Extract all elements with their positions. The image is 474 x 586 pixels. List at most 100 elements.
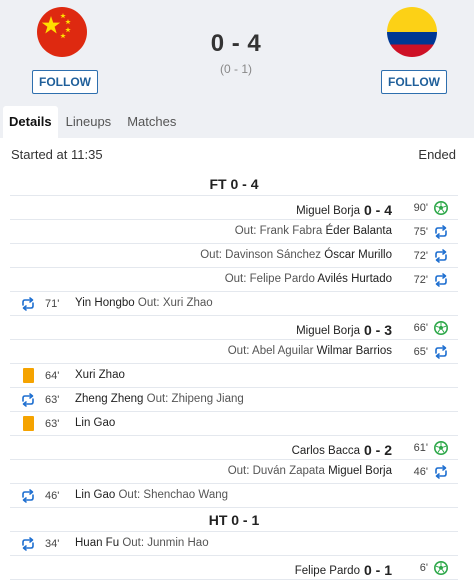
event-minute: 75': [413, 226, 428, 238]
tab-details[interactable]: Details: [3, 106, 58, 138]
event-minute: 46': [413, 466, 428, 478]
event-description: Lin Gao: [75, 417, 115, 429]
event-description: Felipe Pardo 0 - 1: [294, 561, 392, 578]
substitution-icon: [435, 465, 447, 479]
event-description: Out: Frank Fabra Éder Balanta: [235, 225, 392, 237]
substitution-icon: [22, 393, 34, 407]
event-description: Xuri Zhao: [75, 369, 125, 381]
substitution-icon: [22, 297, 34, 311]
event-row-sub: 46' Lin Gao Out: Shenchao Wang: [10, 484, 458, 508]
player-in-name: Yin Hongbo: [75, 297, 135, 309]
tab-lineups[interactable]: Lineups: [58, 106, 120, 138]
event-row-sub: 75' Out: Frank Fabra Éder Balanta: [10, 220, 458, 244]
event-minute: 64': [45, 370, 60, 382]
running-score: 0 - 1: [363, 562, 392, 578]
event-timeline: FT 0 - 4 90' Miguel Borja 0 - 4 75' Out: Fran…: [10, 172, 458, 580]
yellow-card-icon: [23, 368, 34, 383]
event-minute: 63': [45, 418, 60, 430]
event-row-goal: 6' Felipe Pardo 0 - 1: [10, 556, 458, 580]
player-in-name: Avilés Hurtado: [317, 273, 392, 285]
player-out-label: Out: Junmin Hao: [122, 537, 209, 549]
event-minute: 72': [413, 274, 428, 286]
event-minute: 71': [45, 298, 60, 310]
event-description: Yin Hongbo Out: Xuri Zhao: [75, 297, 213, 309]
event-description: Out: Abel Aguilar Wilmar Barrios: [228, 345, 392, 357]
match-status: Started at 11:35 Ended: [0, 140, 474, 168]
follow-away-button[interactable]: FOLLOW: [381, 70, 447, 94]
event-description: Miguel Borja 0 - 3: [296, 321, 392, 338]
event-minute: 61': [413, 442, 428, 454]
follow-home-button[interactable]: FOLLOW: [32, 70, 98, 94]
event-minute: 65': [413, 346, 428, 358]
match-score: 0 - 4: [210, 30, 262, 57]
goal-scorer-name: Carlos Bacca: [291, 445, 360, 457]
running-score: 0 - 2: [363, 442, 392, 458]
booked-player-name: Lin Gao: [75, 417, 116, 429]
started-time: Started at 11:35: [11, 147, 103, 162]
goal-ball-icon: [434, 441, 448, 455]
event-row-goal: 90' Miguel Borja 0 - 4: [10, 196, 458, 220]
player-out-label: Out: Duván Zapata: [227, 465, 325, 477]
tab-matches[interactable]: Matches: [119, 106, 184, 138]
event-row-goal: 61' Carlos Bacca 0 - 2: [10, 436, 458, 460]
event-row-sub: 63' Zheng Zheng Out: Zhipeng Jiang: [10, 388, 458, 412]
yellow-card-icon: [23, 416, 34, 431]
match-ended-label: Ended: [418, 147, 456, 162]
period-header: HT 0 - 1: [10, 508, 458, 532]
player-out-label: Out: Zhipeng Jiang: [146, 393, 244, 405]
goal-scorer-name: Felipe Pardo: [294, 565, 360, 577]
event-minute: 63': [45, 394, 60, 406]
substitution-icon: [22, 537, 34, 551]
player-in-name: Óscar Murillo: [324, 249, 392, 261]
event-row-sub: 71' Yin Hongbo Out: Xuri Zhao: [10, 292, 458, 316]
goal-scorer-name: Miguel Borja: [296, 205, 360, 217]
period-header: FT 0 - 4: [10, 172, 458, 196]
player-in-name: Éder Balanta: [325, 225, 393, 237]
event-row-sub: 65' Out: Abel Aguilar Wilmar Barrios: [10, 340, 458, 364]
match-header: FOLLOW 0 - 4 (0 - 1) FOLLOW Details Line…: [0, 0, 474, 138]
event-row-card: 63' Lin Gao: [10, 412, 458, 436]
event-minute: 6': [419, 562, 428, 574]
player-out-label: Out: Felipe Pardo: [224, 273, 315, 285]
running-score: 0 - 3: [363, 322, 392, 338]
player-out-label: Out: Shenchao Wang: [118, 489, 229, 501]
event-minute: 34': [45, 538, 60, 550]
player-out-label: Out: Abel Aguilar: [227, 345, 314, 357]
substitution-icon: [435, 345, 447, 359]
substitution-icon: [435, 249, 447, 263]
event-description: Zheng Zheng Out: Zhipeng Jiang: [75, 393, 244, 405]
event-description: Out: Davinson Sánchez Óscar Murillo: [200, 249, 392, 261]
goal-ball-icon: [434, 561, 448, 575]
goal-ball-icon: [434, 201, 448, 215]
event-description: Out: Felipe Pardo Avilés Hurtado: [225, 273, 392, 285]
player-out-label: Out: Davinson Sánchez: [200, 249, 322, 261]
event-minute: 90': [413, 202, 428, 214]
booked-player-name: Xuri Zhao: [75, 369, 125, 381]
player-out-label: Out: Xuri Zhao: [137, 297, 213, 309]
event-row-sub: 72' Out: Felipe Pardo Avilés Hurtado: [10, 268, 458, 292]
substitution-icon: [435, 273, 447, 287]
running-score: 0 - 4: [363, 202, 392, 218]
match-tabs: Details Lineups Matches: [0, 106, 184, 138]
player-in-name: Huan Fu: [75, 537, 120, 549]
substitution-icon: [435, 225, 447, 239]
event-minute: 46': [45, 490, 60, 502]
halftime-score: (0 - 1): [219, 62, 252, 76]
event-row-sub: 34' Huan Fu Out: Junmin Hao: [10, 532, 458, 556]
colombia-flag-icon[interactable]: [387, 7, 437, 57]
event-description: Carlos Bacca 0 - 2: [291, 441, 392, 458]
china-flag-icon[interactable]: [37, 7, 87, 57]
event-description: Lin Gao Out: Shenchao Wang: [75, 489, 228, 501]
event-row-card: 64' Xuri Zhao: [10, 364, 458, 388]
event-description: Huan Fu Out: Junmin Hao: [75, 537, 209, 549]
event-description: Out: Duván Zapata Miguel Borja: [228, 465, 392, 477]
goal-scorer-name: Miguel Borja: [296, 325, 360, 337]
event-description: Miguel Borja 0 - 4: [296, 201, 392, 218]
player-out-label: Out: Frank Fabra: [234, 225, 323, 237]
player-in-name: Miguel Borja: [328, 465, 392, 477]
event-row-goal: 66' Miguel Borja 0 - 3: [10, 316, 458, 340]
player-in-name: Zheng Zheng: [75, 393, 144, 405]
event-row-sub: 72' Out: Davinson Sánchez Óscar Murillo: [10, 244, 458, 268]
goal-ball-icon: [434, 321, 448, 335]
event-minute: 66': [413, 322, 428, 334]
